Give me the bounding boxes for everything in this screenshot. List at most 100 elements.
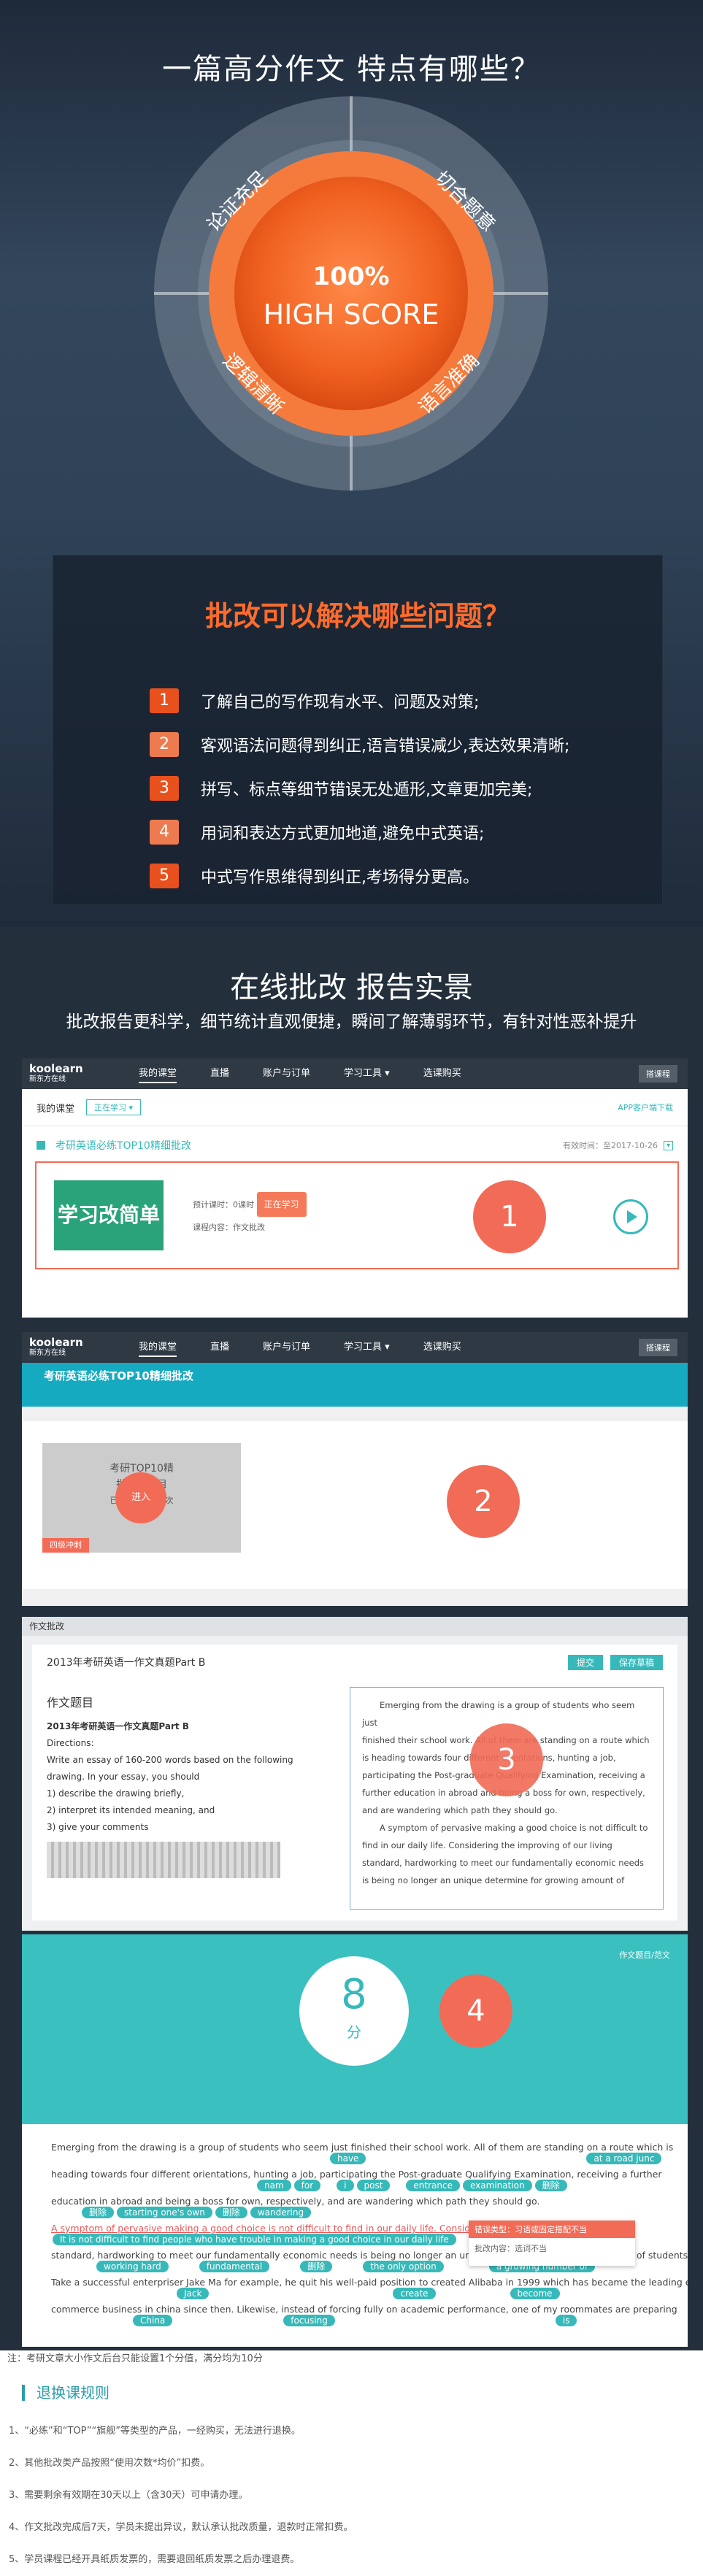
step-badge-4: 4 bbox=[439, 1975, 512, 2048]
correction-pill[interactable]: wandering bbox=[250, 2207, 312, 2218]
problem-number: 4 bbox=[150, 820, 179, 845]
correction-pill[interactable]: post bbox=[356, 2180, 391, 2191]
settings-button[interactable]: 搭课程 bbox=[639, 1065, 677, 1083]
answer-line: is being no longer an unique determine f… bbox=[362, 1875, 625, 1885]
card-footer: 四级冲刺 bbox=[42, 1538, 89, 1553]
koolearn-logo[interactable]: koolearn 新东方在线 bbox=[22, 1337, 139, 1358]
nav-my-classroom[interactable]: 我的课堂 bbox=[139, 1339, 177, 1357]
essay-line: Emerging from the drawing is a group of … bbox=[51, 2142, 674, 2153]
problem-item: 5 中式写作思维得到纠正,考场得分更高。 bbox=[150, 854, 662, 898]
answer-line: standard, hardworking to meet our fundam… bbox=[362, 1858, 644, 1868]
question-image bbox=[47, 1842, 280, 1878]
problems-list: 1 了解自己的写作现有水平、问题及对策; 2 客观语法问题得到纠正,语言错误减少,表… bbox=[150, 679, 662, 898]
question-line: drawing. In your essay, you should bbox=[47, 1772, 200, 1782]
course-body: 考研TOP10精 批改作文目 已做0篇，共10次 进入 四级冲刺 2 bbox=[22, 1421, 688, 1589]
correction-pill[interactable]: 删除 bbox=[534, 2180, 567, 2191]
chevron-down-icon[interactable]: ▾ bbox=[663, 1140, 673, 1150]
answer-textarea[interactable]: Emerging from the drawing is a group of … bbox=[350, 1687, 664, 1910]
problem-text: 拼写、标点等细节错误无处遁形,文章更加完美; bbox=[201, 781, 533, 799]
course-card[interactable]: 学习改简单 预计课时：0课时 正在学习 课程内容：作文批改 1 bbox=[35, 1161, 679, 1269]
problem-number: 1 bbox=[150, 688, 179, 713]
answer-line: find in our daily life. Considering the … bbox=[362, 1840, 612, 1850]
feature-wheel: 100% HIGH SCORE 论证充足 切合题意 逻辑清晰 语言准确 bbox=[154, 96, 548, 491]
step-badge-2: 2 bbox=[447, 1465, 520, 1538]
nav-buy-courses[interactable]: 选课购买 bbox=[423, 1339, 461, 1357]
course-header: 考研英语必练TOP10精细批改 有效时间：至2017-10-26 ▾ bbox=[22, 1126, 688, 1153]
course-banner: 考研英语必练TOP10精细批改 bbox=[22, 1363, 688, 1407]
nav-study-tools[interactable]: 学习工具 ▾ bbox=[344, 1065, 390, 1083]
wheel-center-label: HIGH SCORE bbox=[264, 299, 439, 331]
app-download-link[interactable]: APP客户端下载 bbox=[618, 1101, 673, 1113]
correction-pill[interactable]: create bbox=[393, 2288, 436, 2299]
score-banner: 作文题目/范文 8 分 4 bbox=[22, 1934, 688, 2124]
essay-title: 2013年考研英语一作文真题Part B bbox=[47, 1657, 206, 1669]
correction-pill[interactable]: for bbox=[293, 2180, 321, 2191]
correction-pill[interactable]: It is not difficult to find people who h… bbox=[53, 2234, 456, 2245]
validity-text: 有效时间：至2017-10-26 bbox=[563, 1141, 658, 1150]
nav-account-orders[interactable]: 账户与订单 bbox=[263, 1339, 310, 1357]
breadcrumb: 我的课堂 bbox=[37, 1103, 75, 1115]
main-nav: 我的课堂 直播 账户与订单 学习工具 ▾ 选课购买 bbox=[139, 1065, 461, 1083]
correction-pill[interactable]: fundamental bbox=[199, 2261, 270, 2272]
rules-heading: 退换课规则 bbox=[22, 2385, 703, 2401]
correction-pill[interactable]: at a road junc bbox=[586, 2153, 662, 2164]
course-title: 考研英语必练TOP10精细批改 bbox=[44, 1369, 193, 1383]
showcase-subtitle: 批改报告更科学，细节统计直观便捷，瞬间了解薄弱环节，有针对性恶补提升 bbox=[66, 1012, 637, 1031]
showcase-section: 在线批改 报告实景 批改报告更科学，细节统计直观便捷，瞬间了解薄弱环节，有针对性… bbox=[0, 927, 703, 2350]
error-popup[interactable]: 错误类型：习语或固定搭配不当 批改内容：选词不当 bbox=[469, 2221, 635, 2266]
rule-item: 5、学员课程已经开具纸质发票的，需要退回纸质发票之后办理退费。 bbox=[9, 2554, 300, 2565]
correction-pill[interactable]: starting one's own bbox=[117, 2207, 212, 2218]
assignment-card[interactable]: 考研TOP10精 批改作文目 已做0篇，共10次 进入 四级冲刺 bbox=[42, 1443, 241, 1553]
correction-pill[interactable]: have bbox=[330, 2153, 366, 2164]
nav-account-orders[interactable]: 账户与订单 bbox=[263, 1065, 310, 1083]
window-bar: 作文批改 bbox=[22, 1617, 688, 1636]
question-line: 2) interpret its intended meaning, and bbox=[47, 1805, 215, 1815]
correction-row: China focusing is bbox=[51, 2315, 673, 2326]
submit-button[interactable]: 提交 bbox=[567, 1654, 603, 1670]
essay-reference-link[interactable]: 作文题目/范文 bbox=[619, 1949, 670, 1961]
answer-line: and are wandering which path they should… bbox=[362, 1805, 558, 1815]
nav-live[interactable]: 直播 bbox=[210, 1065, 229, 1083]
correction-pill[interactable]: 删除 bbox=[215, 2207, 247, 2218]
koolearn-logo[interactable]: koolearn 新东方在线 bbox=[22, 1063, 139, 1085]
nav-study-tools[interactable]: 学习工具 ▾ bbox=[344, 1339, 390, 1357]
correction-pill[interactable]: i bbox=[337, 2180, 354, 2191]
rule-item: 4、作文批改完成后7天，学员未提出异议，默认承认批改质量，退款时正常扣费。 bbox=[9, 2522, 353, 2533]
save-draft-button[interactable]: 保存草稿 bbox=[610, 1654, 663, 1670]
rule-item: 3、需要剩余有效期在30天以上（含30天）可申请办理。 bbox=[9, 2490, 248, 2501]
rule-item: 2、其他批改类产品按照“使用次数*均价”扣费。 bbox=[9, 2458, 210, 2469]
correction-pill[interactable]: 删除 bbox=[300, 2261, 333, 2272]
correction-pill[interactable]: working hard bbox=[96, 2261, 169, 2272]
essay-line: education in abroad and being a boss for… bbox=[51, 2196, 540, 2207]
editor-header: 2013年考研英语一作文真题Part B 提交 保存草稿 bbox=[32, 1645, 677, 1680]
nav-buy-courses[interactable]: 选课购买 bbox=[423, 1065, 461, 1083]
problem-number: 3 bbox=[150, 776, 179, 801]
enter-button[interactable]: 进入 bbox=[115, 1472, 166, 1523]
correction-pill[interactable]: entrance bbox=[406, 2180, 460, 2191]
screenshot-course-detail: koolearn 新东方在线 我的课堂 直播 账户与订单 学习工具 ▾ 选课购买 … bbox=[22, 1332, 688, 1606]
course-hours: 预计课时：0课时 bbox=[193, 1200, 254, 1210]
correction-pill[interactable]: is bbox=[555, 2315, 577, 2326]
main-nav: 我的课堂 直播 账户与订单 学习工具 ▾ 选课购买 bbox=[139, 1339, 461, 1357]
correction-pill[interactable]: focusing bbox=[283, 2315, 335, 2326]
correction-pill[interactable]: China bbox=[133, 2315, 173, 2326]
correction-row: Jack create become bbox=[51, 2288, 673, 2299]
top-nav-bar: koolearn 新东方在线 我的课堂 直播 账户与订单 学习工具 ▾ 选课购买 … bbox=[22, 1058, 688, 1089]
hero-title: 一篇高分作文 特点有哪些？ bbox=[162, 53, 541, 86]
correction-pill[interactable]: 删除 bbox=[82, 2207, 115, 2218]
correction-row: have at a road junc bbox=[51, 2153, 673, 2164]
settings-button[interactable]: 搭课程 bbox=[639, 1339, 677, 1356]
correction-pill[interactable]: examination bbox=[463, 2180, 532, 2191]
nav-live[interactable]: 直播 bbox=[210, 1339, 229, 1357]
correction-pill[interactable]: the only option bbox=[363, 2261, 444, 2272]
status-filter-dropdown[interactable]: 正在学习 ▾ bbox=[86, 1099, 142, 1115]
nav-my-classroom[interactable]: 我的课堂 bbox=[139, 1065, 177, 1083]
correction-pill[interactable]: nam bbox=[257, 2180, 291, 2191]
question-heading: 作文题目 bbox=[47, 1696, 94, 1710]
course-title[interactable]: 考研英语必练TOP10精细批改 bbox=[55, 1138, 191, 1153]
correction-pill[interactable]: become bbox=[510, 2288, 560, 2299]
play-icon[interactable] bbox=[613, 1199, 648, 1234]
question-line: Directions: bbox=[47, 1738, 94, 1748]
correction-pill[interactable]: Jack bbox=[177, 2288, 210, 2299]
answer-line: A symptom of pervasive making a good cho… bbox=[380, 1823, 648, 1833]
